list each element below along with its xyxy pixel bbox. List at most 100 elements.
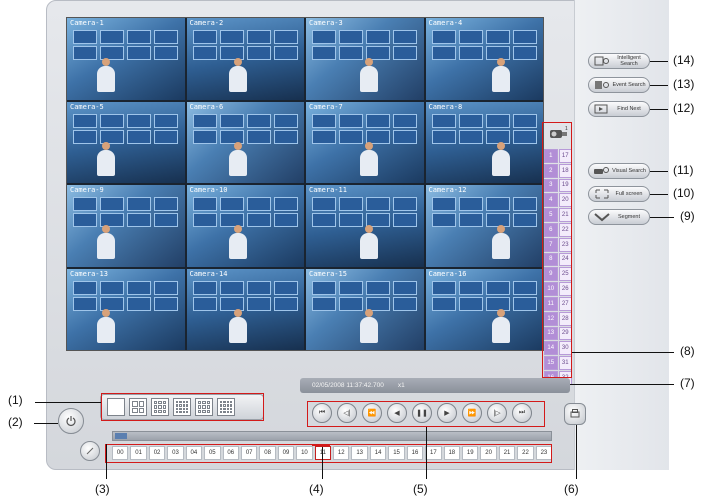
monitor-screen [246, 129, 271, 144]
monitor-screen [339, 46, 363, 60]
monitor-screen [312, 46, 336, 60]
event-search-button[interactable]: Event Search [588, 77, 650, 93]
camera-tile[interactable]: Camera-11 [306, 185, 424, 267]
monitor-screen [512, 280, 537, 295]
monitor-screen [192, 296, 217, 311]
camera-label: Camera-16 [428, 269, 467, 278]
monitor-screen [273, 280, 298, 295]
monitor-screen [246, 197, 271, 211]
time-slider[interactable] [112, 431, 552, 441]
intelligent-search-button[interactable]: Intelligent Search [588, 53, 650, 69]
operator-head [102, 141, 110, 150]
monitor-screen [312, 30, 336, 44]
camera-label: Camera-10 [189, 186, 228, 194]
power-button[interactable] [58, 408, 84, 434]
monitor-screen [512, 30, 537, 44]
operator-figure [360, 233, 378, 259]
callout-mark-4 [312, 445, 330, 447]
time-picker-button[interactable] [80, 441, 100, 461]
callout-8: (8) [680, 344, 695, 358]
monitor-screen [393, 296, 417, 311]
monitor-screen [127, 296, 151, 311]
monitor-screen [512, 197, 537, 211]
monitor-screen [512, 46, 537, 60]
monitor-screen [154, 197, 178, 211]
camera-tile[interactable]: Camera-5 [67, 101, 185, 183]
camera-tile[interactable]: Camera-16 [425, 268, 543, 350]
segment-button[interactable]: Segment [588, 209, 650, 225]
monitor-screen [73, 296, 97, 311]
monitor-screen [458, 113, 483, 128]
camera-tile[interactable]: Camera-10 [186, 185, 304, 267]
monitor-screen [154, 46, 178, 60]
camera-tile[interactable]: Camera-14 [186, 268, 304, 350]
print-button[interactable] [564, 403, 586, 425]
slider-handle[interactable] [115, 433, 127, 439]
callout-3: (3) [95, 482, 110, 496]
monitor-screen [127, 30, 151, 44]
monitor-screen [485, 30, 510, 44]
camera-tile[interactable]: Camera-2 [186, 18, 304, 100]
operator-figure [97, 316, 115, 343]
callout-11: (11) [673, 163, 694, 177]
camera-label: Camera-6 [189, 102, 224, 111]
operator-head [102, 308, 110, 317]
monitor-screen [192, 46, 217, 60]
monitor-screen [73, 46, 97, 60]
monitor-screen [192, 197, 217, 211]
monitor-screen [485, 197, 510, 211]
right-control-panel [574, 0, 669, 470]
camera-tile[interactable]: Camera-12 [425, 185, 543, 267]
operator-head [233, 308, 242, 317]
monitor-screen [366, 197, 390, 211]
camera-tile[interactable]: Camera-8 [425, 101, 543, 183]
camera-tile[interactable]: Camera-7 [306, 101, 424, 183]
monitor-screen [512, 129, 537, 144]
monitor-screen [485, 280, 510, 295]
camera-label: Camera-4 [428, 19, 463, 27]
camera-tile[interactable]: Camera-13 [67, 268, 185, 350]
full-screen-button[interactable]: Full screen [588, 186, 650, 202]
operator-head [365, 141, 373, 150]
monitor-screen [192, 280, 217, 295]
monitor-screen [366, 280, 390, 295]
monitor-screen [431, 113, 456, 128]
find-next-button[interactable]: Find Next [588, 101, 650, 117]
monitor-screen [246, 113, 271, 128]
monitor-screen [458, 129, 483, 144]
camera-tile[interactable]: Camera-15 [306, 268, 424, 350]
visual-search-button[interactable]: Visual Search [588, 163, 650, 179]
camera-tile[interactable]: Camera-3 [306, 18, 424, 100]
monitor-screen [219, 129, 244, 144]
camera-tile[interactable]: Camera-9 [67, 185, 185, 267]
camera-tile[interactable]: Camera-4 [425, 18, 543, 100]
monitor-screen [73, 197, 97, 211]
monitor-screen [312, 129, 336, 144]
camera-label: Camera-13 [70, 269, 108, 278]
monitor-screen [192, 129, 217, 144]
camera-tile[interactable]: Camera-6 [186, 101, 304, 183]
operator-head [496, 225, 505, 233]
full-screen-icon [594, 189, 610, 199]
monitor-screen [273, 46, 298, 60]
callout-box-8 [542, 122, 572, 378]
operator-head [233, 225, 242, 233]
monitor-screen [100, 113, 124, 128]
monitor-screen [273, 113, 298, 128]
monitor-screen [431, 296, 456, 311]
operator-figure [491, 233, 510, 259]
monitor-screen [73, 280, 97, 295]
monitor-screen [339, 213, 363, 227]
monitor-screen [512, 296, 537, 311]
monitor-screen [192, 213, 217, 227]
monitor-screen [246, 213, 271, 227]
operator-head [365, 308, 373, 317]
monitor-screen [73, 129, 97, 144]
monitor-screen [458, 280, 483, 295]
camera-tile[interactable]: Camera-1 [67, 18, 185, 100]
monitor-screen [154, 30, 178, 44]
event-search-icon [594, 80, 610, 90]
monitor-screen [246, 280, 271, 295]
monitor-screen [73, 213, 97, 227]
monitor-screen [273, 213, 298, 227]
